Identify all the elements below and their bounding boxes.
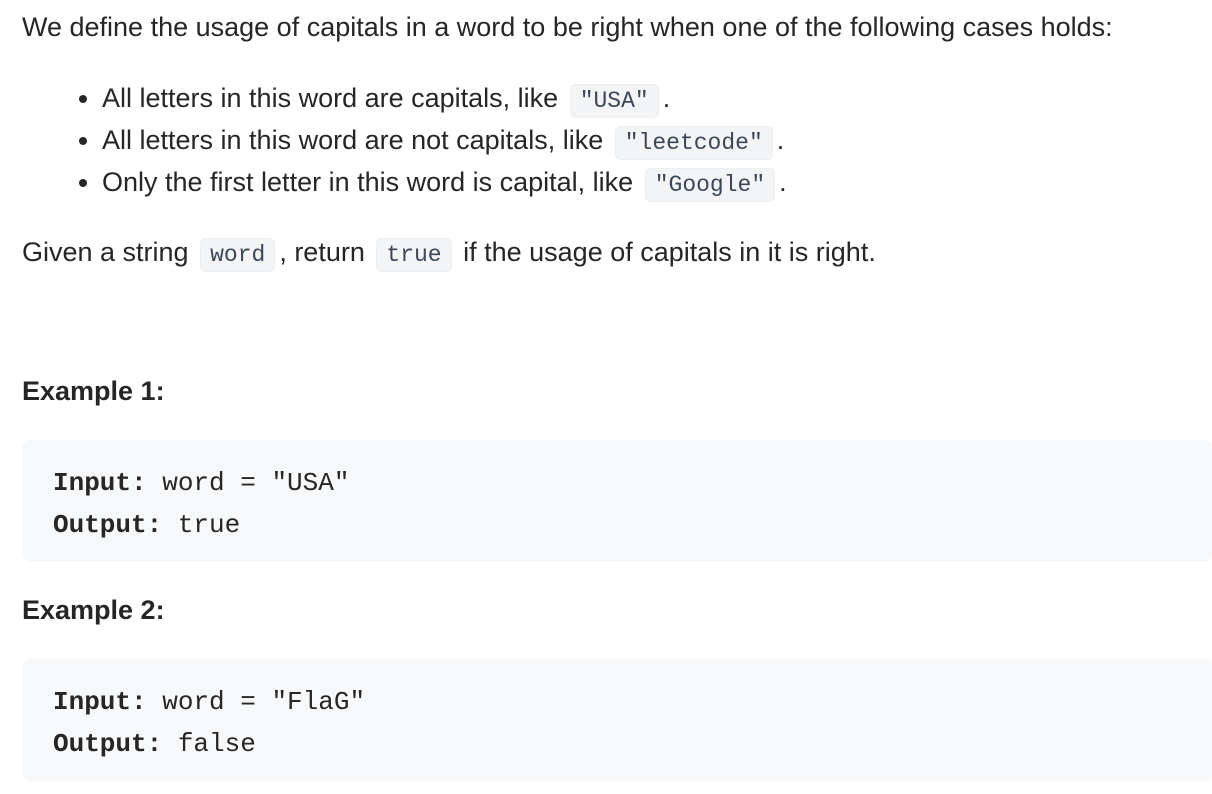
- output-value: false: [177, 729, 256, 759]
- example-title: Example 2:: [22, 595, 165, 625]
- task-text: , return: [279, 237, 365, 267]
- rule-punctuation: .: [776, 125, 785, 155]
- task-statement: Given a string word, return true if the …: [22, 232, 876, 275]
- rule-text: All letters in this word are not capital…: [102, 125, 604, 155]
- rules-list: All letters in this word are capitals, l…: [62, 78, 787, 204]
- task-text: if the usage of capitals in it is right.: [463, 237, 876, 267]
- inline-code: word: [200, 238, 276, 272]
- list-item: All letters in this word are not capital…: [102, 120, 787, 162]
- inline-code: true: [376, 238, 452, 272]
- input-value: word = "USA": [162, 468, 350, 498]
- list-item: All letters in this word are capitals, l…: [102, 78, 787, 120]
- example-output-line: Output: false: [53, 723, 1212, 765]
- inline-code: "Google": [644, 168, 776, 202]
- output-label: Output:: [53, 729, 163, 759]
- rule-punctuation: .: [662, 83, 671, 113]
- list-item: Only the first letter in this word is ca…: [102, 162, 787, 204]
- rule-text: Only the first letter in this word is ca…: [102, 167, 634, 197]
- output-value: true: [177, 510, 241, 540]
- example-input-line: Input: word = "FlaG": [53, 681, 1212, 723]
- problem-description: We define the usage of capitals in a wor…: [0, 0, 1212, 794]
- output-label: Output:: [53, 510, 163, 540]
- inline-code: "leetcode": [614, 126, 773, 160]
- rule-punctuation: .: [779, 167, 787, 197]
- example-output-line: Output: true: [53, 504, 1212, 546]
- intro-text: We define the usage of capitals in a wor…: [22, 12, 1113, 42]
- example-code-block: Input: word = "USA" Output: true: [22, 440, 1212, 562]
- inline-code: "USA": [569, 84, 659, 118]
- example-input-line: Input: word = "USA": [53, 462, 1212, 504]
- example-code-block: Input: word = "FlaG" Output: false: [22, 659, 1212, 781]
- rule-text: All letters in this word are capitals, l…: [102, 83, 559, 113]
- example-title: Example 1:: [22, 376, 165, 406]
- task-text: Given a string: [22, 237, 189, 267]
- input-label: Input:: [53, 468, 147, 498]
- input-label: Input:: [53, 687, 147, 717]
- input-value: word = "FlaG": [162, 687, 366, 717]
